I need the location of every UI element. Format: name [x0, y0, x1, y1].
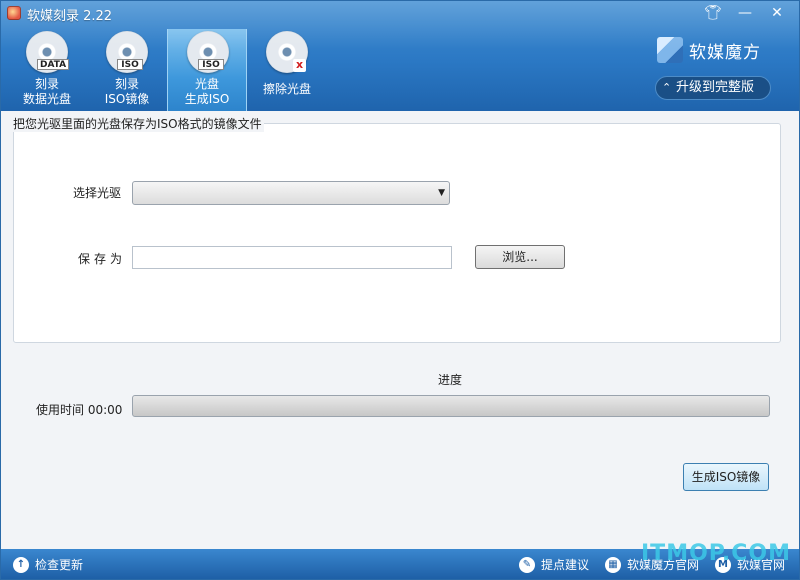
erase-x-icon: x	[293, 59, 306, 72]
tool-label-line2: 数据光盘	[22, 92, 71, 106]
grid-icon: ▦	[605, 556, 621, 573]
tool-burn-iso-image[interactable]: ISO 刻录 ISO镜像	[87, 29, 167, 111]
tool-disc-to-iso[interactable]: ISO 光盘 生成ISO	[167, 29, 247, 111]
app-window: 软媒刻录 2.22 👕︎ — ✕ DATA 刻录 数据光盘 ISO 刻录 ISO…	[0, 0, 800, 580]
save-path-input[interactable]	[132, 246, 452, 269]
check-update-label: 检查更新	[35, 558, 84, 572]
progress-bar	[132, 395, 770, 417]
suggest-link[interactable]: ✎ 提点建议	[519, 556, 589, 573]
group-title: 把您光驱里面的光盘保存为ISO格式的镜像文件	[11, 115, 264, 132]
brand-logo[interactable]: 软媒魔方	[657, 37, 761, 63]
window-title: 软媒刻录 2.22	[27, 9, 113, 24]
double-chevron-up-icon: ⌃	[662, 81, 672, 94]
app-icon	[7, 6, 21, 20]
upgrade-button[interactable]: ⌃ 升级到完整版	[655, 76, 771, 100]
brand-name: 软媒魔方	[689, 42, 761, 63]
cube-logo-icon	[657, 37, 683, 63]
arrow-up-icon: ↑	[13, 556, 29, 573]
upgrade-label: 升级到完整版	[676, 80, 755, 95]
disc-tag-label: DATA	[37, 59, 70, 70]
tool-label-line1: 刻录	[114, 77, 139, 91]
check-update-link[interactable]: ↑ 检查更新	[13, 556, 83, 573]
minimize-icon[interactable]: —	[733, 3, 757, 23]
drive-select[interactable]: ▼	[132, 181, 450, 205]
save-as-label: 保存为	[78, 252, 127, 266]
drive-label: 选择光驱	[73, 186, 122, 200]
header: 软媒刻录 2.22 👕︎ — ✕ DATA 刻录 数据光盘 ISO 刻录 ISO…	[1, 1, 799, 111]
tool-label-line2: 生成ISO	[184, 92, 230, 106]
tool-label-line1: 擦除光盘	[262, 82, 311, 96]
close-icon[interactable]: ✕	[765, 3, 789, 23]
disc-tag-label: ISO	[198, 59, 224, 70]
iso-options-group	[13, 123, 781, 343]
main-toolbar: DATA 刻录 数据光盘 ISO 刻录 ISO镜像 ISO 光盘 生成ISO x…	[7, 29, 327, 111]
suggest-label: 提点建议	[541, 558, 590, 572]
tool-label-line1: 光盘	[194, 77, 219, 91]
title-bar: 软媒刻录 2.22 👕︎ — ✕	[1, 1, 799, 25]
progress-label: 进度	[438, 373, 463, 387]
shirt-icon[interactable]: 👕︎	[701, 3, 725, 23]
tool-burn-data-disc[interactable]: DATA 刻录 数据光盘	[7, 29, 87, 111]
tool-label-line2: ISO镜像	[104, 92, 150, 106]
browse-button[interactable]: 浏览...	[475, 245, 565, 269]
make-iso-button[interactable]: 生成ISO镜像	[683, 463, 769, 491]
disc-tag-label: ISO	[117, 59, 143, 70]
elapsed-time-label: 使用时间 00:00	[36, 403, 123, 417]
tool-label-line1: 刻录	[34, 77, 59, 91]
dropdown-arrow-icon: ▼	[438, 188, 445, 198]
pencil-icon: ✎	[519, 556, 535, 573]
watermark: ITMOP.COM	[641, 541, 791, 566]
tool-erase-disc[interactable]: x 擦除光盘	[247, 29, 327, 111]
